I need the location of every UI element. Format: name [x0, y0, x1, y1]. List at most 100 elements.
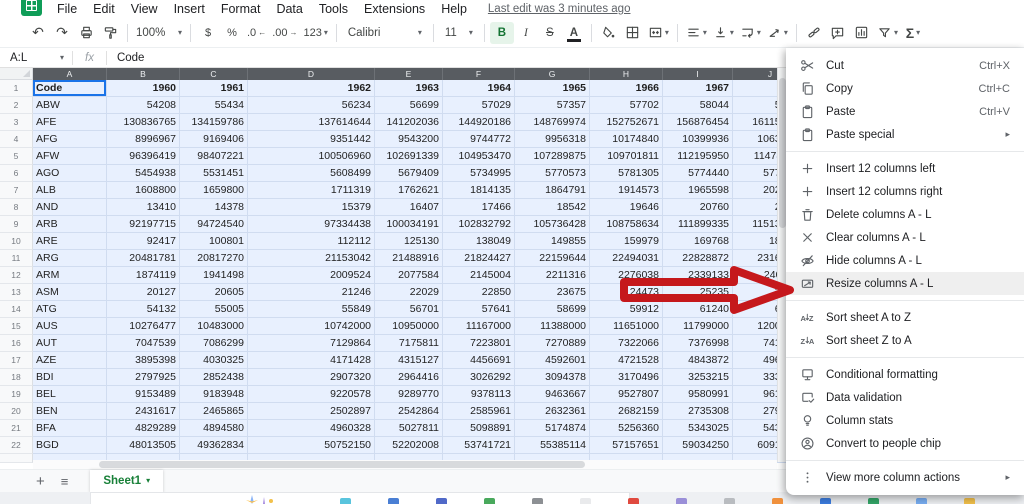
cell-I2[interactable]: 58044 — [663, 97, 733, 114]
cell-H10[interactable]: 159979 — [590, 233, 663, 250]
cell-C1[interactable]: 1961 — [180, 80, 248, 97]
cell-E2[interactable]: 56699 — [375, 97, 443, 114]
cell-B2[interactable]: 54208 — [107, 97, 180, 114]
column-header-C[interactable]: C — [180, 68, 248, 80]
row-header-8[interactable]: 8 — [0, 199, 33, 216]
cell-C7[interactable]: 1659800 — [180, 182, 248, 199]
cell-C4[interactable]: 9169406 — [180, 131, 248, 148]
merge-cells-button[interactable]: ▾ — [645, 22, 672, 44]
sheet-tab-menu-icon[interactable]: ▾ — [146, 477, 150, 485]
cell-E20[interactable]: 2542864 — [375, 403, 443, 420]
menu-item-copy[interactable]: CopyCtrl+C — [786, 77, 1024, 100]
row-header-6[interactable]: 6 — [0, 165, 33, 182]
cell-G21[interactable]: 5174874 — [515, 420, 590, 437]
bold-button[interactable]: B — [490, 22, 514, 44]
taskbar-app-icon[interactable] — [340, 498, 351, 504]
menu-item-insert-12-columns-left[interactable]: Insert 12 columns left — [786, 157, 1024, 180]
cell-A9[interactable]: ARB — [33, 216, 107, 233]
taskbar-app-icon[interactable] — [532, 498, 543, 504]
column-header-G[interactable]: G — [515, 68, 590, 80]
column-header-I[interactable]: I — [663, 68, 733, 80]
cell-A12[interactable]: ARM — [33, 267, 107, 284]
cell-E21[interactable]: 5027811 — [375, 420, 443, 437]
cell-A18[interactable]: BDI — [33, 369, 107, 386]
cell-G9[interactable]: 105736428 — [515, 216, 590, 233]
vertical-scrollbar-thumb[interactable] — [779, 78, 786, 228]
taskbar-app-icon[interactable] — [820, 498, 831, 504]
row-header-11[interactable]: 11 — [0, 250, 33, 267]
text-color-button[interactable]: A — [562, 22, 586, 44]
cell-F8[interactable]: 17466 — [443, 199, 515, 216]
row-header-3[interactable]: 3 — [0, 114, 33, 131]
strikethrough-button[interactable]: S — [538, 22, 562, 44]
cell-D7[interactable]: 1711319 — [248, 182, 375, 199]
cell-B20[interactable]: 2431617 — [107, 403, 180, 420]
cell-D12[interactable]: 2009524 — [248, 267, 375, 284]
column-header-E[interactable]: E — [375, 68, 443, 80]
cell-I21[interactable]: 5343025 — [663, 420, 733, 437]
cell-G17[interactable]: 4592601 — [515, 352, 590, 369]
insert-comment-button[interactable] — [826, 22, 850, 44]
cell-A15[interactable]: AUS — [33, 318, 107, 335]
cell-C22[interactable]: 49362834 — [180, 437, 248, 454]
cell-A8[interactable]: AND — [33, 199, 107, 216]
number-format-select[interactable]: 123▾ — [300, 22, 330, 44]
cell-C10[interactable]: 100801 — [180, 233, 248, 250]
decrease-decimal-button[interactable]: .0← — [244, 22, 269, 44]
horizontal-scrollbar[interactable] — [33, 460, 777, 469]
cell-D22[interactable]: 50752150 — [248, 437, 375, 454]
cell-C8[interactable]: 14378 — [180, 199, 248, 216]
menu-item-view-more-column-actions[interactable]: View more column actions▸ — [786, 466, 1024, 489]
cell-E22[interactable]: 52202008 — [375, 437, 443, 454]
cell-F14[interactable]: 57641 — [443, 301, 515, 318]
cell-F3[interactable]: 144920186 — [443, 114, 515, 131]
cell-G2[interactable]: 57357 — [515, 97, 590, 114]
cell-I13[interactable]: 25235 — [663, 284, 733, 301]
cell-F20[interactable]: 2585961 — [443, 403, 515, 420]
row-header-2[interactable]: 2 — [0, 97, 33, 114]
cell-I8[interactable]: 20760 — [663, 199, 733, 216]
menu-file[interactable]: File — [50, 1, 84, 17]
increase-decimal-button[interactable]: .00→ — [269, 22, 300, 44]
all-sheets-button[interactable]: ≡ — [61, 474, 69, 489]
cell-G22[interactable]: 55385114 — [515, 437, 590, 454]
row-header-23[interactable] — [0, 454, 33, 463]
cell-C6[interactable]: 5531451 — [180, 165, 248, 182]
cell-B10[interactable]: 92417 — [107, 233, 180, 250]
cell-H13[interactable]: 24473 — [590, 284, 663, 301]
cell-H21[interactable]: 5256360 — [590, 420, 663, 437]
cell-G16[interactable]: 7270889 — [515, 335, 590, 352]
cell-D16[interactable]: 7129864 — [248, 335, 375, 352]
cell-A10[interactable]: ARE — [33, 233, 107, 250]
taskbar-app-icon[interactable] — [916, 498, 927, 504]
row-header-5[interactable]: 5 — [0, 148, 33, 165]
cell-H5[interactable]: 109701811 — [590, 148, 663, 165]
undo-button[interactable]: ↶ — [26, 22, 50, 44]
cell-G12[interactable]: 2211316 — [515, 267, 590, 284]
vertical-align-button[interactable]: ▾ — [710, 22, 737, 44]
menu-item-delete-columns-a-l[interactable]: Delete columns A - L — [786, 203, 1024, 226]
cell-I5[interactable]: 112195950 — [663, 148, 733, 165]
horizontal-scrollbar-thumb[interactable] — [99, 461, 585, 468]
font-size-select[interactable]: 11▾ — [439, 22, 479, 44]
menu-item-paste-special[interactable]: Paste special▸ — [786, 123, 1024, 146]
menu-insert[interactable]: Insert — [167, 1, 212, 17]
cell-E18[interactable]: 2964416 — [375, 369, 443, 386]
cell-G3[interactable]: 148769974 — [515, 114, 590, 131]
row-header-18[interactable]: 18 — [0, 369, 33, 386]
column-header-D[interactable]: D — [248, 68, 375, 80]
cell-H8[interactable]: 19646 — [590, 199, 663, 216]
cell-H9[interactable]: 108758634 — [590, 216, 663, 233]
percent-format-button[interactable]: % — [220, 22, 244, 44]
cell-A11[interactable]: ARG — [33, 250, 107, 267]
cell-F9[interactable]: 102832792 — [443, 216, 515, 233]
row-header-15[interactable]: 15 — [0, 318, 33, 335]
row-header-13[interactable]: 13 — [0, 284, 33, 301]
sheet-tab-sheet1[interactable]: Sheet1 ▾ — [90, 470, 163, 493]
cell-D3[interactable]: 137614644 — [248, 114, 375, 131]
cell-C21[interactable]: 4894580 — [180, 420, 248, 437]
cell-H2[interactable]: 57702 — [590, 97, 663, 114]
row-header-7[interactable]: 7 — [0, 182, 33, 199]
menu-item-data-validation[interactable]: Data validation — [786, 386, 1024, 409]
taskbar-app-icon[interactable] — [964, 498, 975, 504]
